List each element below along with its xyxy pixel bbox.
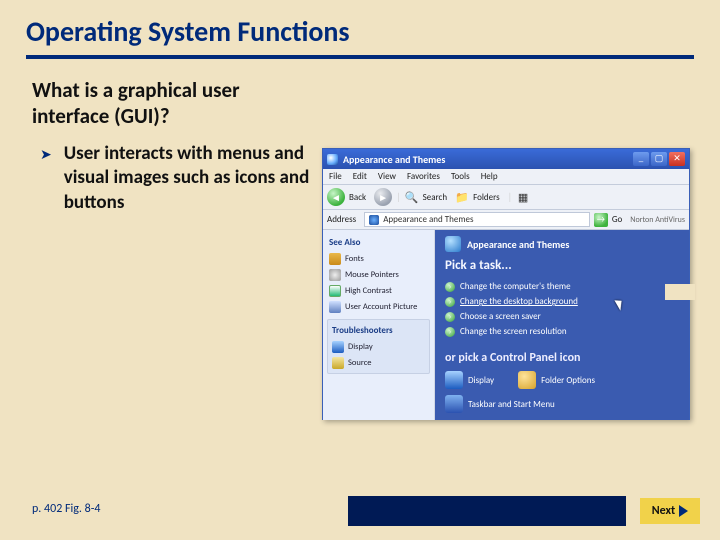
menu-favorites[interactable]: Favorites [407, 171, 440, 182]
task-resolution[interactable]: ›Change the screen resolution [445, 324, 679, 339]
address-icon [369, 215, 379, 225]
back-label: Back [349, 192, 366, 203]
bullet-arrow-icon: ➤ [40, 142, 52, 216]
norton-label: Norton AntiVirus [630, 215, 685, 225]
go-label: Go [612, 214, 622, 225]
slide-overlap [665, 284, 695, 300]
category-title-text: Appearance and Themes [467, 238, 569, 251]
pick-task-heading: Pick a task... [445, 258, 679, 273]
address-input[interactable]: Appearance and Themes [364, 212, 590, 227]
next-label: Next [652, 504, 675, 518]
bullet-text: User interacts with menus and visual ima… [64, 142, 310, 216]
see-item-fonts[interactable]: Fonts [327, 251, 430, 267]
folders-icon[interactable]: 📁 [455, 190, 469, 204]
see-item-user[interactable]: User Account Picture [327, 299, 430, 315]
back-button[interactable]: ◄ [327, 188, 345, 206]
menu-edit[interactable]: Edit [353, 171, 367, 182]
toolbar: ◄ Back ► │ 🔍 Search 📁 Folders │ ▦ [323, 185, 689, 210]
see-item-contrast[interactable]: High Contrast [327, 283, 430, 299]
folder-options-icon [518, 371, 536, 389]
window-title: Appearance and Themes [343, 153, 631, 166]
contrast-icon [329, 285, 341, 297]
cp-folder[interactable]: Folder Options [518, 371, 595, 389]
next-button[interactable]: Next [640, 498, 700, 524]
titlebar: Appearance and Themes _ ▢ ✕ [323, 149, 689, 169]
task-screensaver[interactable]: ›Choose a screen saver [445, 309, 679, 324]
address-label: Address [327, 214, 356, 225]
task-arrow-icon: › [445, 327, 455, 337]
left-pane: See Also Fonts Mouse Pointers High Contr… [323, 230, 435, 420]
see-item-mouse[interactable]: Mouse Pointers [327, 267, 430, 283]
search-icon[interactable]: 🔍 [405, 190, 419, 204]
appearance-icon [445, 236, 461, 252]
address-value: Appearance and Themes [383, 214, 473, 225]
category-title: Appearance and Themes [445, 236, 679, 252]
task-arrow-icon: › [445, 297, 455, 307]
address-bar: Address Appearance and Themes → Go Norto… [323, 210, 689, 230]
maximize-button[interactable]: ▢ [651, 152, 667, 166]
source-icon [332, 357, 344, 369]
trouble-display[interactable]: Display [330, 339, 427, 355]
menu-help[interactable]: Help [481, 171, 498, 182]
next-arrow-icon [679, 505, 688, 517]
fonts-icon [329, 253, 341, 265]
go-button[interactable]: → [594, 213, 608, 227]
cp-row-2: Taskbar and Start Menu [445, 395, 679, 413]
close-button[interactable]: ✕ [669, 152, 685, 166]
mouse-icon [329, 269, 341, 281]
forward-button[interactable]: ► [374, 188, 392, 206]
folders-label: Folders [473, 192, 500, 203]
title-rule [26, 55, 694, 59]
cp-row-1: Display Folder Options [445, 371, 679, 389]
trouble-source[interactable]: Source [330, 355, 427, 371]
right-pane: Appearance and Themes Pick a task... ›Ch… [435, 230, 689, 420]
slide-title: Operating System Functions [0, 0, 720, 55]
sub-heading: What is a graphical user interface (GUI)… [0, 77, 310, 136]
menu-bar: File Edit View Favorites Tools Help [323, 169, 689, 185]
page-reference: p. 402 Fig. 8-4 [32, 502, 101, 516]
display-icon [332, 341, 344, 353]
task-arrow-icon: › [445, 282, 455, 292]
menu-view[interactable]: View [378, 171, 396, 182]
bullet-item: ➤ User interacts with menus and visual i… [40, 142, 310, 216]
bullet-list: ➤ User interacts with menus and visual i… [0, 136, 310, 216]
display-cp-icon [445, 371, 463, 389]
window-icon [327, 154, 338, 165]
screenshot-window: Appearance and Themes _ ▢ ✕ File Edit Vi… [322, 148, 690, 420]
cp-display[interactable]: Display [445, 371, 494, 389]
task-theme[interactable]: ›Change the computer's theme [445, 279, 679, 294]
minimize-button[interactable]: _ [633, 152, 649, 166]
views-icon[interactable]: ▦ [516, 190, 530, 204]
taskbar-icon [445, 395, 463, 413]
or-pick-heading: or pick a Control Panel icon [445, 351, 679, 365]
cp-taskbar[interactable]: Taskbar and Start Menu [445, 395, 555, 413]
troubleshooters-heading: Troubleshooters [330, 322, 427, 339]
task-arrow-icon: › [445, 312, 455, 322]
see-also-heading: See Also [327, 234, 430, 251]
task-desktop[interactable]: ›Change the desktop background [445, 294, 679, 309]
user-icon [329, 301, 341, 313]
troubleshooters-panel: Troubleshooters Display Source [327, 319, 430, 374]
menu-tools[interactable]: Tools [451, 171, 470, 182]
menu-file[interactable]: File [329, 171, 342, 182]
search-label: Search [423, 192, 447, 203]
window-body: See Also Fonts Mouse Pointers High Contr… [323, 230, 689, 420]
footer-bar [348, 496, 626, 526]
